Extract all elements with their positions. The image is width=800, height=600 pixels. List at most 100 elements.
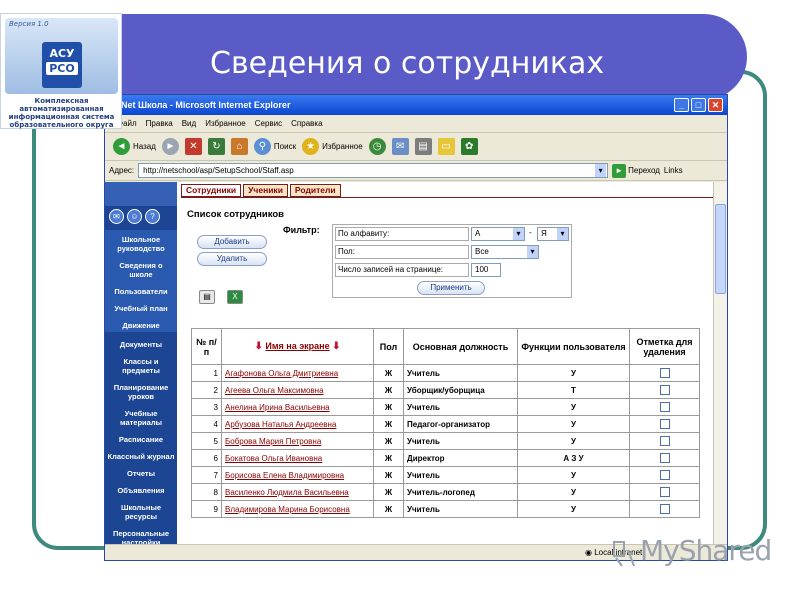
refresh-icon[interactable]: ↻ [207,138,225,155]
delete-checkbox[interactable] [659,419,670,429]
delete-checkbox[interactable] [659,385,670,395]
table-header-row: № п/п ⬇ Имя на экране ⬇ Пол Основная дол… [191,328,700,365]
add-button[interactable]: Добавить [197,235,267,249]
alpha-to-select[interactable]: Я [537,227,569,241]
sort-down-icon: ⬇ [332,341,341,352]
folder-icon[interactable]: ▭ [437,138,455,155]
apply-button[interactable]: Применить [417,281,485,295]
staff-table-body: 1 Агафонова Ольга Дмитриевна Ж Учитель У 2 Аге… [191,364,700,518]
maximize-icon[interactable]: □ [691,98,706,112]
history-icon[interactable]: ◷ [368,138,386,155]
row-functions: У [517,415,630,433]
tab-parents[interactable]: Родители [289,184,341,197]
sex-select[interactable]: Все [471,245,539,259]
row-functions: У [517,483,630,501]
back-button[interactable]: ◄ Назад [113,138,156,155]
menu-edit[interactable]: Правка [146,119,173,128]
delete-checkbox[interactable] [659,504,670,514]
col-functions: Функции пользователя [517,328,630,365]
row-position: Директор [403,449,518,467]
table-row: 2 Агеева Ольга Максимовна Ж Уборщик/уборщиц… [191,381,700,399]
intranet-icon: ◉ [585,548,592,557]
sidebar-item-announcements[interactable]: Объявления [105,484,177,497]
mail-icon[interactable]: ✉ [391,138,409,155]
star-icon: ★ [302,138,320,155]
sidebar-item-movement[interactable]: Движение [105,319,177,332]
delete-checkbox[interactable] [659,453,670,463]
address-input[interactable]: http://netschool/asp/SetupSchool/Staff.a… [138,163,609,178]
search-icon: ⚲ [253,138,271,155]
employee-name-link[interactable]: Арбузова Наталья Андреевна [221,415,374,433]
row-position: Учитель [403,398,518,416]
menu-favorites[interactable]: Избранное [205,119,246,128]
delete-checkbox[interactable] [659,402,670,412]
filter-label: Фильтр: [283,225,320,235]
excel-icon[interactable]: X [227,290,243,304]
sidebar-item-documents[interactable]: Документы [105,338,177,351]
row-position: Учитель [403,364,518,382]
menu-help[interactable]: Справка [291,119,322,128]
help-icon[interactable]: ? [145,209,160,224]
delete-checkbox[interactable] [659,436,670,446]
stop-icon[interactable]: ✕ [184,138,202,155]
delete-mark-cell [629,381,700,399]
delete-checkbox[interactable] [659,487,670,497]
print-icon[interactable]: ▤ [199,290,215,304]
row-number: 2 [191,381,222,399]
scroll-thumb[interactable] [715,204,726,294]
sidebar-item-resources[interactable]: Школьные ресурсы [105,501,177,523]
employee-name-link[interactable]: Боброва Мария Петровна [221,432,374,450]
row-functions: А З У [517,449,630,467]
employee-name-link[interactable]: Борисова Елена Владимировна [221,466,374,484]
go-button[interactable]: ► Переход [612,163,660,178]
home-icon[interactable]: ⌂ [230,138,248,155]
favorites-button[interactable]: ★ Избранное [302,138,363,155]
count-input[interactable]: 100 [471,263,501,277]
sidebar-item-schedule[interactable]: Расписание [105,433,177,446]
sidebar-item-reports[interactable]: Отчеты [105,467,177,480]
sidebar-item-journal[interactable]: Классный журнал [105,450,177,463]
employee-name-link[interactable]: Анелина Ирина Васильевна [221,398,374,416]
employee-name-link[interactable]: Владимирова Марина Борисовна [221,500,374,518]
col-name[interactable]: ⬇ Имя на экране ⬇ [221,328,374,365]
close-icon[interactable]: ✕ [708,98,723,112]
alpha-separator: - [529,228,532,237]
sort-by-name-link[interactable]: Имя на экране [265,341,329,351]
sidebar-item-users[interactable]: Пользователи [105,285,177,298]
delete-checkbox[interactable] [659,470,670,480]
menu-tools[interactable]: Сервис [255,119,282,128]
mail-icon[interactable]: ✉ [109,209,124,224]
filter-alpha-row: По алфавиту: А - Я [333,225,573,243]
employee-name-link[interactable]: Агафонова Ольга Дмитриевна [221,364,374,382]
delete-checkbox[interactable] [659,368,670,378]
employee-name-link[interactable]: Агеева Ольга Максимовна [221,381,374,399]
search-button[interactable]: ⚲ Поиск [253,138,296,155]
sidebar-item-school-info[interactable]: Сведения о школе [105,259,177,281]
sidebar-item-lesson-planning[interactable]: Планирование уроков [105,381,177,403]
sidebar-item-materials[interactable]: Учебные материалы [105,407,177,429]
delete-button[interactable]: Удалить [197,252,267,266]
forward-arrow-icon[interactable]: ► [161,138,179,155]
minimize-icon[interactable]: _ [674,98,689,112]
row-number: 7 [191,466,222,484]
links-label[interactable]: Links [664,166,683,175]
sidebar-item-classes[interactable]: Классы и предметы [105,355,177,377]
go-arrow-icon: ► [612,163,627,178]
employee-name-link[interactable]: Бокатова Ольга Ивановна [221,449,374,467]
tab-students[interactable]: Ученики [243,184,288,197]
print-icon[interactable]: ▤ [414,138,432,155]
sidebar-item-management[interactable]: Школьное руководство [105,233,177,255]
employee-name-link[interactable]: Василенко Людмила Васильевна [221,483,374,501]
browser-toolbar: ◄ Назад ► ✕ ↻ ⌂ ⚲ Поиск ★ Избранное ◷ ✉ … [105,133,727,161]
sidebar-item-curriculum[interactable]: Учебный план [105,302,177,315]
row-number: 5 [191,432,222,450]
alpha-from-select[interactable]: А [471,227,525,241]
staff-table: № п/п ⬇ Имя на экране ⬇ Пол Основная дол… [191,328,700,518]
messenger-icon[interactable]: ✿ [460,138,478,155]
tab-staff[interactable]: Сотрудники [181,184,242,197]
sidebar-icons: ✉ ☺ ? [105,206,177,228]
filter-sex-row: Пол: Все [333,243,573,261]
users-icon[interactable]: ☺ [127,209,142,224]
vertical-scrollbar[interactable] [713,182,727,546]
menu-view[interactable]: Вид [182,119,196,128]
